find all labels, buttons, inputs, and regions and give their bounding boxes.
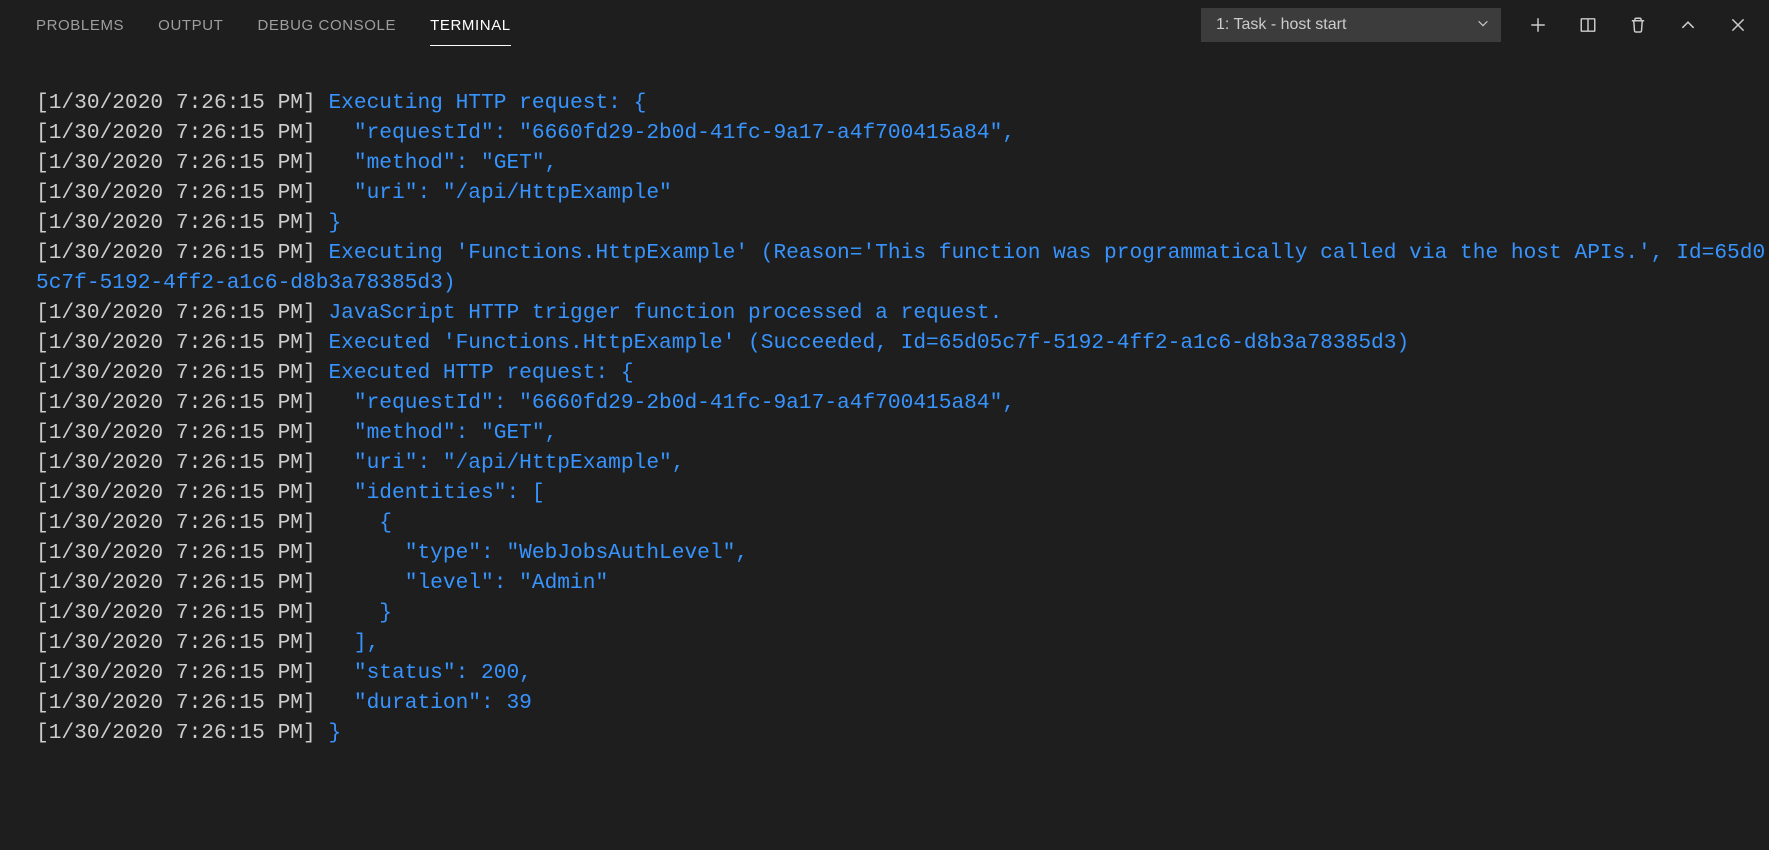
- terminal-line: [1/30/2020 7:26:15 PM] Executed HTTP req…: [36, 358, 1769, 388]
- panel-tabs: PROBLEMS OUTPUT DEBUG CONSOLE TERMINAL: [36, 0, 511, 50]
- log-message: }: [316, 211, 341, 235]
- tab-problems[interactable]: PROBLEMS: [36, 5, 124, 46]
- log-message: JavaScript HTTP trigger function process…: [316, 301, 1003, 325]
- log-timestamp: [1/30/2020 7:26:15 PM]: [36, 211, 316, 235]
- log-timestamp: [1/30/2020 7:26:15 PM]: [36, 331, 316, 355]
- log-timestamp: [1/30/2020 7:26:15 PM]: [36, 181, 316, 205]
- log-timestamp: [1/30/2020 7:26:15 PM]: [36, 451, 316, 475]
- terminal-line: [1/30/2020 7:26:15 PM] }: [36, 208, 1769, 238]
- log-message: "requestId": "6660fd29-2b0d-41fc-9a17-a4…: [316, 391, 1015, 415]
- terminal-line: [1/30/2020 7:26:15 PM] "level": "Admin": [36, 568, 1769, 598]
- log-message: {: [316, 511, 392, 535]
- log-message: }: [316, 721, 341, 745]
- log-timestamp: [1/30/2020 7:26:15 PM]: [36, 421, 316, 445]
- log-message: }: [316, 601, 392, 625]
- log-message: "method": "GET",: [316, 421, 558, 445]
- kill-terminal-button[interactable]: [1627, 14, 1649, 36]
- log-timestamp: [1/30/2020 7:26:15 PM]: [36, 541, 316, 565]
- log-timestamp: [1/30/2020 7:26:15 PM]: [36, 241, 316, 265]
- terminal-line: [1/30/2020 7:26:15 PM] }: [36, 718, 1769, 748]
- log-message: Executed 'Functions.HttpExample' (Succee…: [316, 331, 1409, 355]
- log-timestamp: [1/30/2020 7:26:15 PM]: [36, 481, 316, 505]
- log-timestamp: [1/30/2020 7:26:15 PM]: [36, 661, 316, 685]
- terminal-instance-select[interactable]: 1: Task - host start: [1201, 8, 1501, 42]
- terminal-select-label: 1: Task - host start: [1216, 16, 1346, 34]
- log-message: "identities": [: [316, 481, 545, 505]
- terminal-output[interactable]: [1/30/2020 7:26:15 PM] Executing HTTP re…: [0, 50, 1769, 748]
- maximize-panel-button[interactable]: [1677, 14, 1699, 36]
- log-message: "method": "GET",: [316, 151, 558, 175]
- terminal-line: [1/30/2020 7:26:15 PM] "uri": "/api/Http…: [36, 178, 1769, 208]
- terminal-line: [1/30/2020 7:26:15 PM] "duration": 39: [36, 688, 1769, 718]
- log-timestamp: [1/30/2020 7:26:15 PM]: [36, 511, 316, 535]
- split-terminal-button[interactable]: [1577, 14, 1599, 36]
- log-message: "duration": 39: [316, 691, 532, 715]
- log-timestamp: [1/30/2020 7:26:15 PM]: [36, 301, 316, 325]
- log-timestamp: [1/30/2020 7:26:15 PM]: [36, 601, 316, 625]
- terminal-line: [1/30/2020 7:26:15 PM] "type": "WebJobsA…: [36, 538, 1769, 568]
- log-timestamp: [1/30/2020 7:26:15 PM]: [36, 631, 316, 655]
- terminal-line: [1/30/2020 7:26:15 PM] "status": 200,: [36, 658, 1769, 688]
- log-message: "type": "WebJobsAuthLevel",: [316, 541, 748, 565]
- terminal-line: [1/30/2020 7:26:15 PM] "identities": [: [36, 478, 1769, 508]
- terminal-line: [1/30/2020 7:26:15 PM] Executing 'Functi…: [36, 238, 1769, 298]
- terminal-line: [1/30/2020 7:26:15 PM] "requestId": "666…: [36, 118, 1769, 148]
- log-timestamp: [1/30/2020 7:26:15 PM]: [36, 391, 316, 415]
- panel-header: PROBLEMS OUTPUT DEBUG CONSOLE TERMINAL 1…: [0, 0, 1769, 50]
- log-message: Executed HTTP request: {: [316, 361, 634, 385]
- tab-debug-console[interactable]: DEBUG CONSOLE: [257, 5, 396, 46]
- log-timestamp: [1/30/2020 7:26:15 PM]: [36, 91, 316, 115]
- log-message: "uri": "/api/HttpExample": [316, 181, 672, 205]
- log-timestamp: [1/30/2020 7:26:15 PM]: [36, 151, 316, 175]
- terminal-line: [1/30/2020 7:26:15 PM] Executing HTTP re…: [36, 88, 1769, 118]
- log-timestamp: [1/30/2020 7:26:15 PM]: [36, 361, 316, 385]
- terminal-line: [1/30/2020 7:26:15 PM] "method": "GET",: [36, 148, 1769, 178]
- close-panel-button[interactable]: [1727, 14, 1749, 36]
- log-message: ],: [316, 631, 380, 655]
- log-message: "requestId": "6660fd29-2b0d-41fc-9a17-a4…: [316, 121, 1015, 145]
- new-terminal-button[interactable]: [1527, 14, 1549, 36]
- chevron-down-icon: [1476, 16, 1490, 35]
- terminal-line: [1/30/2020 7:26:15 PM] JavaScript HTTP t…: [36, 298, 1769, 328]
- tab-output[interactable]: OUTPUT: [158, 5, 223, 46]
- log-timestamp: [1/30/2020 7:26:15 PM]: [36, 721, 316, 745]
- log-message: "uri": "/api/HttpExample",: [316, 451, 685, 475]
- log-timestamp: [1/30/2020 7:26:15 PM]: [36, 571, 316, 595]
- terminal-line: [1/30/2020 7:26:15 PM] "method": "GET",: [36, 418, 1769, 448]
- terminal-line: [1/30/2020 7:26:15 PM] "uri": "/api/Http…: [36, 448, 1769, 478]
- terminal-line: [1/30/2020 7:26:15 PM] "requestId": "666…: [36, 388, 1769, 418]
- terminal-actions: [1527, 14, 1749, 36]
- terminal-line: [1/30/2020 7:26:15 PM] }: [36, 598, 1769, 628]
- log-message: "status": 200,: [316, 661, 532, 685]
- terminal-line: [1/30/2020 7:26:15 PM] {: [36, 508, 1769, 538]
- terminal-line: [1/30/2020 7:26:15 PM] Executed 'Functio…: [36, 328, 1769, 358]
- log-message: Executing HTTP request: {: [316, 91, 647, 115]
- terminal-line: [1/30/2020 7:26:15 PM] ],: [36, 628, 1769, 658]
- tab-terminal[interactable]: TERMINAL: [430, 5, 511, 46]
- log-message: "level": "Admin": [316, 571, 608, 595]
- log-timestamp: [1/30/2020 7:26:15 PM]: [36, 691, 316, 715]
- log-timestamp: [1/30/2020 7:26:15 PM]: [36, 121, 316, 145]
